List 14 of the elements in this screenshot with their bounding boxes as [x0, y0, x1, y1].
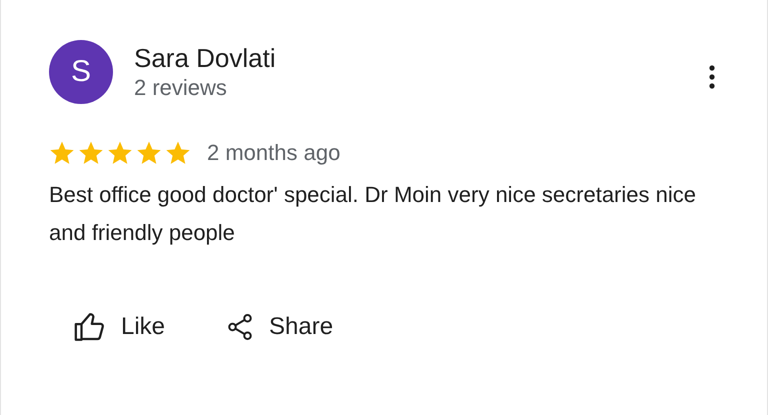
review-count: 2 reviews: [134, 74, 228, 102]
star-icon: [49, 140, 75, 166]
share-button[interactable]: Share: [213, 304, 346, 350]
star-icon: [136, 140, 162, 166]
reviewer-name[interactable]: Sara Dovlati: [134, 42, 709, 74]
like-button[interactable]: Like: [61, 304, 178, 350]
star-icon: [165, 140, 191, 166]
thumbs-up-icon: [73, 310, 107, 344]
more-options-icon[interactable]: [709, 65, 715, 89]
review-time: 2 months ago: [207, 140, 340, 166]
star-icon: [107, 140, 133, 166]
avatar[interactable]: S: [49, 40, 113, 104]
review-text: Best office good doctor' special. Dr Moin very nice secretaries nice and friendly people: [49, 181, 697, 247]
star-icon: [78, 140, 104, 166]
